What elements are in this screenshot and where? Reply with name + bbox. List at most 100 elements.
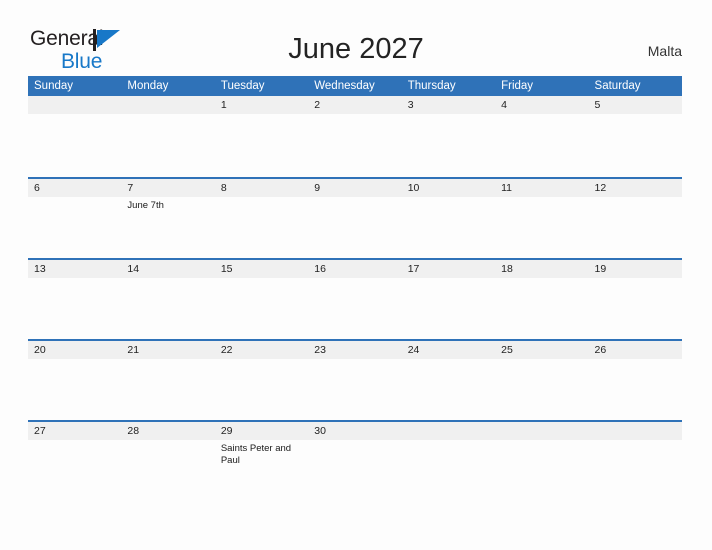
weekday-wednesday: Wednesday xyxy=(314,80,375,92)
day-number: 4 xyxy=(501,99,507,111)
day-number: 15 xyxy=(220,263,233,275)
day-band: 9 xyxy=(308,179,402,197)
day-band: 28 xyxy=(121,422,215,440)
day-cell[interactable]: 13 xyxy=(28,260,122,339)
day-band: 25 xyxy=(495,341,589,359)
day-number: 18 xyxy=(501,263,513,275)
day-band: 21 xyxy=(121,341,215,359)
day-events xyxy=(28,278,121,281)
day-band: 3 xyxy=(401,96,496,114)
day-cell[interactable]: 4 xyxy=(495,96,589,177)
day-number: 12 xyxy=(594,182,607,194)
day-events xyxy=(308,359,401,362)
day-band: 14 xyxy=(121,260,215,278)
day-number: 26 xyxy=(594,344,607,356)
day-number: 3 xyxy=(407,99,414,111)
day-number: 13 xyxy=(34,263,46,275)
day-band: 26 xyxy=(588,341,682,359)
day-cell[interactable]: 14 xyxy=(121,260,215,339)
day-cell[interactable]: 17 xyxy=(401,260,496,339)
day-number: 24 xyxy=(407,344,420,356)
day-events xyxy=(402,440,495,443)
day-events xyxy=(589,359,682,362)
day-event: Saints Peter and Paul xyxy=(220,443,292,466)
day-cell[interactable]: 29 Saints Peter and Paul xyxy=(214,422,309,501)
day-cell[interactable]: 3 xyxy=(401,96,496,177)
day-cell[interactable]: 20 xyxy=(28,341,122,420)
day-number: 19 xyxy=(594,263,607,275)
day-cell[interactable]: 19 xyxy=(588,260,682,339)
day-number: 8 xyxy=(220,182,227,194)
day-events xyxy=(308,197,401,200)
day-cell[interactable] xyxy=(121,96,215,177)
day-cell[interactable]: 30 xyxy=(308,422,402,501)
day-band: 15 xyxy=(214,260,309,278)
day-cell[interactable]: 23 xyxy=(308,341,402,420)
day-number: 1 xyxy=(220,99,227,111)
day-number: 16 xyxy=(314,263,326,275)
day-cell[interactable]: 26 xyxy=(588,341,682,420)
day-events xyxy=(402,278,495,281)
day-band: 30 xyxy=(308,422,402,440)
day-cell[interactable]: 1 xyxy=(214,96,309,177)
weekday-thursday: Thursday xyxy=(407,80,456,92)
day-cell[interactable] xyxy=(588,422,682,501)
day-number: 7 xyxy=(127,182,134,194)
day-cell[interactable]: 16 xyxy=(308,260,402,339)
day-cell[interactable]: 21 xyxy=(121,341,215,420)
day-events xyxy=(495,278,588,281)
day-cell[interactable]: 2 xyxy=(308,96,402,177)
day-cell[interactable]: 18 xyxy=(495,260,589,339)
day-cell[interactable]: 22 xyxy=(214,341,309,420)
day-band: 4 xyxy=(495,96,589,114)
day-number: 6 xyxy=(34,182,40,194)
day-cell[interactable] xyxy=(28,96,122,177)
day-cell[interactable]: 11 xyxy=(495,179,589,258)
day-events xyxy=(215,197,308,200)
day-cell[interactable] xyxy=(495,422,589,501)
day-cell[interactable]: 10 xyxy=(401,179,496,258)
day-number: 27 xyxy=(34,425,46,437)
day-cell[interactable]: 8 xyxy=(214,179,309,258)
day-cell[interactable]: 27 xyxy=(28,422,122,501)
day-events: June 7th xyxy=(121,197,214,212)
day-number: 29 xyxy=(220,425,233,437)
day-cell[interactable]: 7 June 7th xyxy=(121,179,215,258)
day-events xyxy=(495,359,588,362)
day-band: 5 xyxy=(588,96,682,114)
day-cell[interactable]: 12 xyxy=(588,179,682,258)
day-events xyxy=(121,440,214,443)
day-number: 21 xyxy=(127,344,140,356)
day-events xyxy=(28,359,121,362)
day-number: 22 xyxy=(220,344,233,356)
day-number: 23 xyxy=(314,344,326,356)
day-cell[interactable] xyxy=(401,422,496,501)
day-cell[interactable]: 24 xyxy=(401,341,496,420)
day-band xyxy=(401,422,496,440)
day-number: 11 xyxy=(501,182,513,194)
day-band: 23 xyxy=(308,341,402,359)
day-band: 19 xyxy=(588,260,682,278)
day-band: 2 xyxy=(308,96,402,114)
day-band: 10 xyxy=(401,179,496,197)
day-cell[interactable]: 6 xyxy=(28,179,122,258)
day-event: June 7th xyxy=(127,200,164,211)
day-cell[interactable]: 5 xyxy=(588,96,682,177)
day-cell[interactable]: 25 xyxy=(495,341,589,420)
day-band: 6 xyxy=(28,179,122,197)
day-cell[interactable]: 28 xyxy=(121,422,215,501)
week-row: 27 28 29 Saints Peter and Paul 30 xyxy=(28,420,682,501)
page-header: General Blue June 2027 Malta xyxy=(0,0,712,76)
day-events xyxy=(28,114,121,117)
day-number: 10 xyxy=(407,182,420,194)
day-number: 17 xyxy=(407,263,420,275)
day-events xyxy=(402,359,495,362)
weekday-header-row: Sunday Monday Tuesday Wednesday Thursday… xyxy=(28,76,682,96)
day-band: 24 xyxy=(401,341,496,359)
day-events: Saints Peter and Paul xyxy=(215,440,308,467)
day-events xyxy=(402,197,495,200)
day-cell[interactable]: 9 xyxy=(308,179,402,258)
day-events xyxy=(28,440,121,443)
day-events xyxy=(589,197,682,200)
day-cell[interactable]: 15 xyxy=(214,260,309,339)
